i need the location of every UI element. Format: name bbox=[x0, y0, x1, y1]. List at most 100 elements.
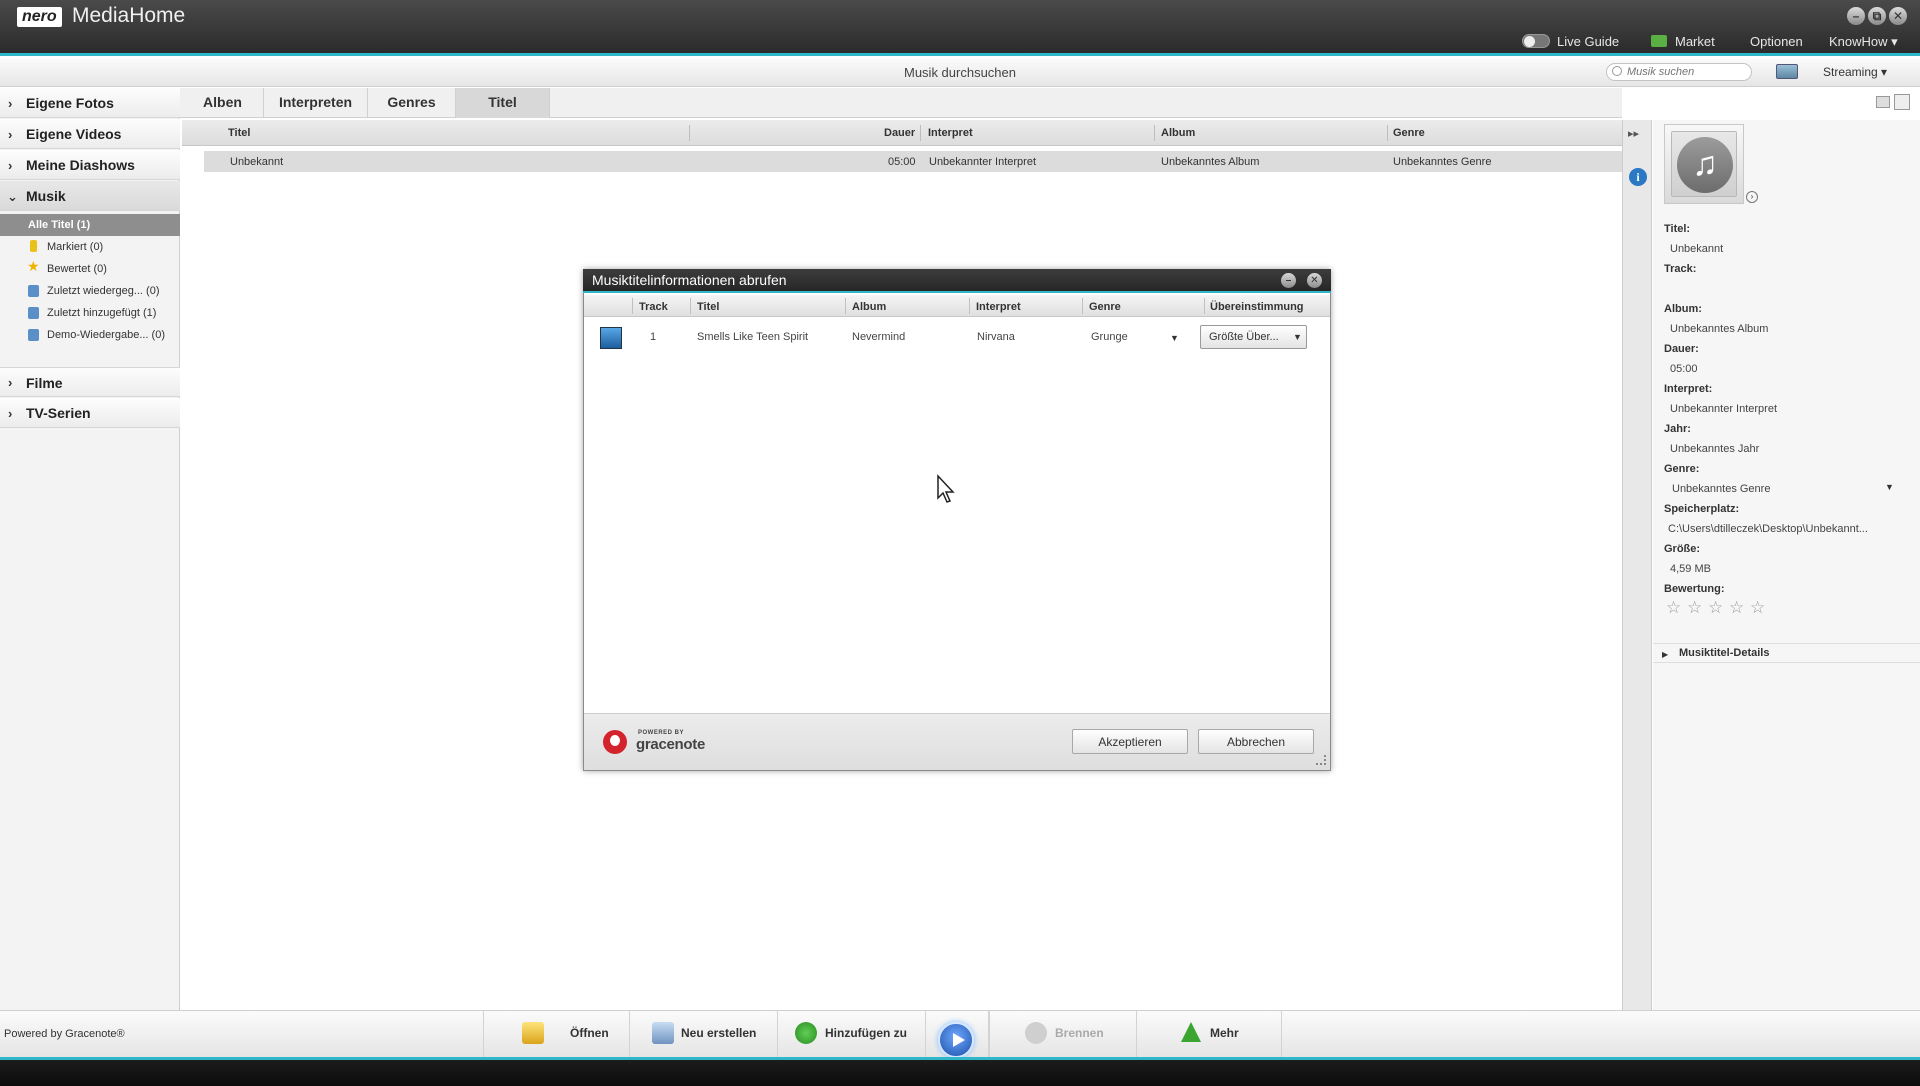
col-header-genre[interactable]: Genre bbox=[1393, 127, 1425, 139]
tab-interpreten[interactable]: Interpreten bbox=[264, 88, 368, 118]
col-header-interpret[interactable]: Interpret bbox=[928, 127, 973, 139]
chevron-right-icon[interactable]: › bbox=[1746, 191, 1758, 203]
music-note-icon: ♫ bbox=[1677, 137, 1733, 193]
rating-star-icon[interactable]: ☆ bbox=[1687, 598, 1702, 618]
create-new-button[interactable]: Neu erstellen bbox=[629, 1010, 777, 1057]
panel-strip bbox=[1622, 120, 1652, 1010]
dlg-col-genre[interactable]: Genre bbox=[1089, 301, 1121, 313]
sidebar-subitem-alle-titel[interactable]: Alle Titel (1) bbox=[0, 214, 180, 236]
detail-label-album: Album: bbox=[1664, 303, 1702, 315]
streaming-menu[interactable]: Streaming ▾ bbox=[1823, 65, 1887, 79]
sidebar-item-eigene-videos[interactable]: Eigene Videos bbox=[0, 119, 180, 149]
dlg-cell-album: Nevermind bbox=[852, 331, 906, 343]
column-divider bbox=[690, 298, 691, 314]
cancel-button[interactable]: Abbrechen bbox=[1198, 729, 1314, 754]
sidebar-item-filme[interactable]: Filme bbox=[0, 367, 180, 397]
accept-button[interactable]: Akzeptieren bbox=[1072, 729, 1188, 754]
cell-album: Unbekanntes Album bbox=[1161, 156, 1260, 168]
folder-icon bbox=[522, 1022, 544, 1044]
column-divider bbox=[845, 298, 846, 314]
sidebar-subitem-bewertet[interactable]: Bewertet (0) bbox=[47, 263, 107, 275]
info-icon[interactable]: i bbox=[1629, 168, 1647, 186]
options-link[interactable]: Optionen bbox=[1750, 34, 1803, 49]
rating-star-icon[interactable]: ☆ bbox=[1729, 598, 1744, 618]
chevron-down-icon: ⌄ bbox=[7, 189, 18, 204]
chevron-right-icon: › bbox=[8, 375, 13, 390]
nero-logo: nero bbox=[17, 7, 62, 27]
add-to-button[interactable]: Hinzufügen zu bbox=[777, 1010, 925, 1057]
sidebar-subitem-zuletzt-hinzugefuegt[interactable]: Zuletzt hinzugefügt (1) bbox=[47, 307, 156, 319]
collapse-panel-icon[interactable]: ▸▸ bbox=[1628, 127, 1639, 140]
dlg-col-titel[interactable]: Titel bbox=[697, 301, 719, 313]
new-project-icon bbox=[652, 1022, 674, 1044]
sidebar-subitem-demo-wiedergabe[interactable]: Demo-Wiedergabe... (0) bbox=[47, 329, 165, 341]
minimize-icon[interactable]: – bbox=[1847, 7, 1865, 25]
playlist-icon bbox=[28, 329, 39, 341]
close-icon[interactable]: ✕ bbox=[1889, 7, 1907, 25]
musiktitel-details-toggle[interactable]: Musiktitel-Details bbox=[1653, 643, 1920, 663]
detail-value-interpret: Unbekannter Interpret bbox=[1670, 403, 1778, 415]
dropdown-arrow-icon[interactable]: ▼ bbox=[1885, 482, 1894, 492]
dlg-cell-artist: Nirvana bbox=[977, 331, 1015, 343]
list-view-icon[interactable] bbox=[1894, 94, 1910, 110]
detail-label-track: Track: bbox=[1664, 263, 1697, 275]
dlg-genre-select[interactable]: Grunge bbox=[1091, 331, 1128, 343]
open-button[interactable]: Öffnen bbox=[483, 1010, 629, 1057]
album-art: ♫ bbox=[1664, 124, 1744, 204]
dlg-col-track[interactable]: Track bbox=[639, 301, 668, 313]
burn-button[interactable]: Brennen bbox=[989, 1010, 1136, 1057]
tab-titel[interactable]: Titel bbox=[456, 88, 550, 118]
column-divider bbox=[969, 298, 970, 314]
restore-icon[interactable]: ⧉ bbox=[1868, 7, 1886, 25]
rating-star-icon[interactable]: ☆ bbox=[1750, 598, 1765, 618]
column-divider bbox=[1204, 298, 1205, 314]
live-guide-toggle[interactable] bbox=[1522, 34, 1550, 48]
search-input[interactable] bbox=[1606, 63, 1752, 81]
sidebar-subitem-zuletzt-wiedergegeben[interactable]: Zuletzt wiedergeg... (0) bbox=[47, 285, 160, 297]
dlg-col-match[interactable]: Übereinstimmung bbox=[1210, 301, 1304, 313]
view-mode-icon[interactable] bbox=[1876, 96, 1890, 108]
col-header-titel[interactable]: Titel bbox=[228, 127, 250, 139]
expand-triangle-icon: ▶ bbox=[1662, 650, 1669, 659]
match-select[interactable]: Größte Über... bbox=[1200, 325, 1307, 349]
detail-value-jahr: Unbekanntes Jahr bbox=[1670, 443, 1760, 455]
sidebar-item-label: TV-Serien bbox=[26, 405, 91, 421]
chevron-right-icon: › bbox=[8, 406, 13, 421]
bookmark-icon bbox=[30, 240, 37, 252]
monitor-icon[interactable] bbox=[1776, 64, 1798, 79]
dialog-close-icon[interactable]: ✕ bbox=[1307, 273, 1322, 288]
live-guide-label[interactable]: Live Guide bbox=[1557, 34, 1619, 49]
dropdown-arrow-icon: ▼ bbox=[1293, 332, 1302, 342]
sidebar-item-eigene-fotos[interactable]: Eigene Fotos bbox=[0, 88, 180, 118]
sidebar-item-musik[interactable]: Musik bbox=[0, 181, 180, 211]
detail-label-genre: Genre: bbox=[1664, 463, 1700, 475]
market-cart-icon[interactable] bbox=[1651, 35, 1667, 47]
more-button[interactable]: Mehr bbox=[1136, 1010, 1282, 1057]
tab-alben[interactable]: Alben bbox=[182, 88, 264, 118]
column-divider bbox=[632, 298, 633, 314]
col-header-dauer[interactable]: Dauer bbox=[884, 127, 915, 139]
dlg-col-album[interactable]: Album bbox=[852, 301, 886, 313]
knowhow-menu[interactable]: KnowHow ▾ bbox=[1829, 34, 1898, 50]
sidebar-subitem-markiert[interactable]: Markiert (0) bbox=[47, 241, 103, 253]
sidebar-item-meine-diashows[interactable]: Meine Diashows bbox=[0, 150, 180, 180]
resize-grip-icon[interactable] bbox=[1316, 755, 1326, 765]
market-link[interactable]: Market bbox=[1675, 34, 1715, 49]
genre-select[interactable]: Unbekanntes Genre bbox=[1672, 483, 1770, 495]
cell-genre: Unbekanntes Genre bbox=[1393, 156, 1492, 168]
dlg-col-interpret[interactable]: Interpret bbox=[976, 301, 1021, 313]
play-icon[interactable] bbox=[938, 1022, 974, 1058]
dialog-minimize-icon[interactable]: – bbox=[1281, 273, 1296, 288]
rating-star-icon[interactable]: ☆ bbox=[1708, 598, 1723, 618]
column-divider bbox=[1387, 125, 1388, 141]
dlg-cell-title: Smells Like Teen Spirit bbox=[697, 331, 809, 343]
arrow-up-icon bbox=[1181, 1022, 1201, 1042]
cell-title: Unbekannt bbox=[230, 156, 284, 168]
search-icon bbox=[1612, 66, 1622, 76]
rating-star-icon[interactable]: ☆ bbox=[1666, 598, 1681, 618]
album-cover-thumbnail bbox=[600, 327, 622, 349]
tab-genres[interactable]: Genres bbox=[368, 88, 456, 118]
sidebar-item-tv-serien[interactable]: TV-Serien bbox=[0, 398, 180, 428]
col-header-album[interactable]: Album bbox=[1161, 127, 1195, 139]
dropdown-arrow-icon[interactable]: ▼ bbox=[1170, 333, 1179, 343]
